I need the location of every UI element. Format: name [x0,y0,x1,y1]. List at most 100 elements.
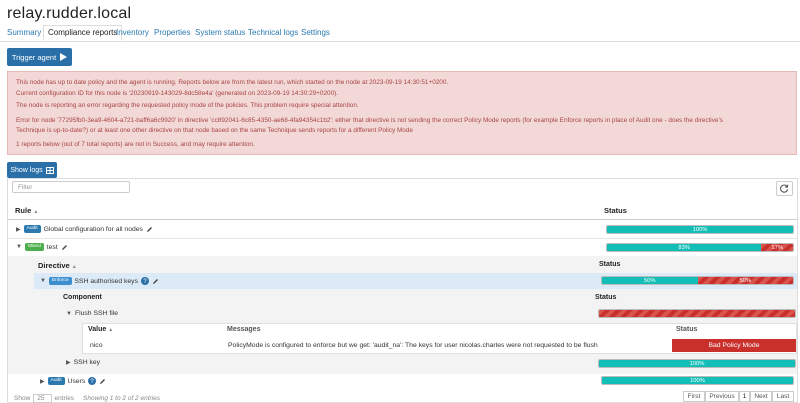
next-page-button[interactable]: Next [750,391,772,402]
alert-line: The node is reporting an error regarding… [16,102,359,109]
page-title: relay.rudder.local [7,5,132,22]
chevron-right-icon: ▶ [16,226,21,233]
table-icon [45,166,54,174]
show-label: Show [14,395,31,402]
first-page-button[interactable]: First [683,391,705,402]
success-segment: 50% [602,277,698,284]
status-column-header: Status [599,261,621,268]
show-logs-button[interactable]: Show logs [7,162,57,178]
value-column-header[interactable]: Value ▲ [88,326,113,333]
component-header-label: Component [63,294,102,301]
tab-inventory[interactable]: Inventory [116,28,149,37]
tab-technical-logs[interactable]: Technical logs [248,28,298,37]
show-logs-label: Show logs [10,166,43,174]
chevron-down-icon: ▼ [40,278,46,284]
alert-line: This node has up to date policy and the … [16,79,449,86]
sort-asc-icon: ▲ [33,209,39,215]
tab-summary[interactable]: Summary [7,28,41,37]
error-segment [599,310,795,317]
divider [8,219,797,220]
audit-badge: Audit [47,377,65,385]
refresh-button[interactable] [776,181,793,196]
rule-name: Users [67,377,86,385]
play-icon [60,53,68,61]
success-segment: 100% [602,377,793,384]
refresh-icon [780,184,789,193]
table-row[interactable]: ▶ Audit Global configuration for all nod… [16,225,153,233]
page-1-button[interactable]: 1 [739,391,750,402]
edit-icon[interactable] [146,226,153,233]
sort-asc-icon: ▲ [108,327,114,333]
chevron-right-icon: ▶ [66,360,71,366]
status-column-header: Status [604,206,627,215]
edit-icon[interactable] [61,244,68,251]
report-message-text: PolicyMode is configured to enforce but … [228,342,598,349]
error-segment: 17% [761,244,793,251]
table-row[interactable]: ▼ Enforce SSH authorised keys ? [40,277,159,285]
component-name: SSH key [73,359,101,366]
value-header-label: Value [88,326,107,333]
compliance-bar: 100% [601,376,794,385]
rule-name: Global configuration for all nodes [43,225,143,233]
compliance-bar: 100% [606,225,794,234]
alert-line: Error for node '77295fb0-3ea9-4604-a721-… [16,117,723,124]
success-segment: 100% [599,360,795,367]
trigger-agent-label: Trigger agent [11,52,57,62]
chevron-down-icon: ▼ [66,310,72,317]
table-row[interactable]: ▼ Mixed test [16,243,68,251]
rule-name: test [46,243,58,251]
edit-icon[interactable] [152,278,159,285]
compliance-bar: 83% 17% [606,243,794,252]
last-page-button[interactable]: Last [772,391,794,402]
compliance-alert: This node has up to date policy and the … [7,71,797,155]
status-column-header: Status [676,326,698,333]
table-row[interactable]: ▼ Flush SSH file [66,310,118,317]
audit-badge: Audit [23,225,41,233]
tab-compliance-reports[interactable]: Compliance reports [43,25,123,41]
directive-header-label: Directive [38,261,70,270]
trigger-agent-button[interactable]: Trigger agent [7,48,72,66]
alert-line: Current configuration ID for this node i… [16,90,339,97]
directive-name: SSH authorised keys [74,277,138,285]
component-column-header[interactable]: Component [63,294,102,301]
tab-bar: Summary Compliance reports Inventory Pro… [0,25,800,42]
directive-column-header[interactable]: Directive ▲ [38,261,77,270]
table-row: nico [90,342,102,349]
rule-header-label: Rule [15,206,32,215]
page-size-select[interactable]: 25 [33,394,52,403]
chevron-down-icon: ▼ [16,244,22,250]
success-segment: 83% [607,244,762,251]
chevron-right-icon: ▶ [40,378,45,385]
edit-icon[interactable] [99,378,106,385]
compliance-bar [598,309,796,318]
tab-properties[interactable]: Properties [154,28,190,37]
compliance-bar: 100% [598,359,796,368]
enforce-badge: Enforce [48,277,72,285]
report-value: nico [90,342,103,349]
report-message: PolicyMode is configured to enforce but … [228,342,598,349]
table-row[interactable]: ▶ SSH key [66,359,100,366]
mixed-badge: Mixed [24,243,44,251]
alert-line: 1 reports below (out of 7 total reports)… [16,141,255,148]
sort-asc-icon: ▲ [71,264,77,270]
filter-input[interactable]: Filter [12,181,130,193]
help-icon[interactable]: ? [88,377,97,385]
component-name: Flush SSH file [74,310,119,317]
entries-info: Showing 1 to 2 of 2 entries [83,395,160,402]
divider [8,238,797,239]
entries-label: entries [54,395,75,402]
table-row[interactable]: ▶ Audit Users ? [40,377,106,385]
help-icon[interactable]: ? [140,277,149,285]
error-segment: 50% [697,277,793,284]
rule-column-header[interactable]: Rule ▲ [15,206,38,215]
tab-system-status[interactable]: System status [195,28,245,37]
bad-policy-mode-status: Bad Policy Mode [672,339,796,352]
messages-column-header: Messages [227,326,261,333]
page-size-control: Show 25 entries Showing 1 to 2 of 2 entr… [14,394,160,403]
status-column-header: Status [595,294,617,301]
compliance-bar: 50% 50% [601,276,794,285]
alert-line: Technique is up-to-date?) or at least on… [16,127,413,134]
tab-settings[interactable]: Settings [301,28,330,37]
previous-page-button[interactable]: Previous [705,391,739,402]
success-segment: 100% [607,226,793,233]
